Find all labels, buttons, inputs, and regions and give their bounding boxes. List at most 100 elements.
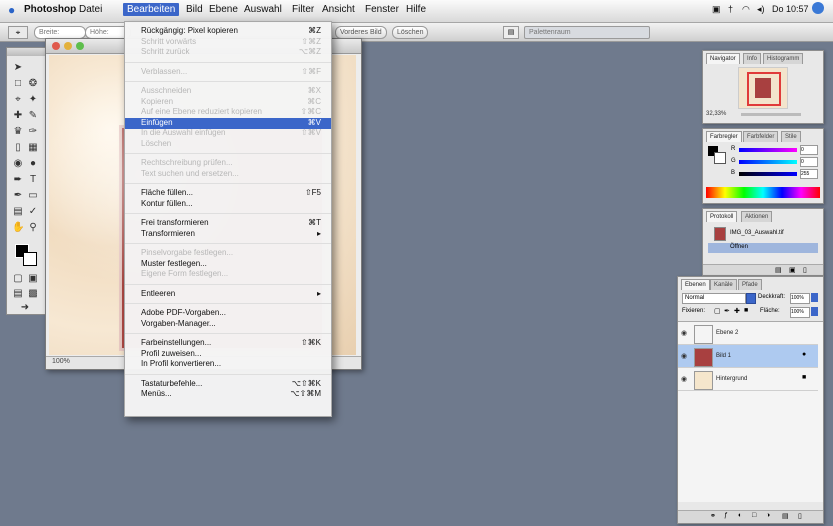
dodge-tool-icon[interactable]: ◉: [12, 158, 24, 170]
menu-hilfe[interactable]: Hilfe: [406, 4, 426, 15]
quickmask-mode-icon[interactable]: ▣: [27, 273, 39, 285]
brush-tool-icon[interactable]: ✎: [27, 110, 39, 122]
menu-auswahl[interactable]: Auswahl: [244, 4, 282, 15]
clock[interactable]: Do 10:57: [772, 4, 809, 14]
display-icon[interactable]: ▣: [712, 4, 721, 15]
tab-channels[interactable]: Kanäle: [710, 279, 737, 290]
history-brush-icon[interactable]: ✑: [27, 126, 39, 138]
move-tool-icon[interactable]: ➤: [12, 62, 24, 74]
shape-tool-icon[interactable]: ▭: [27, 190, 39, 202]
channel-b-value[interactable]: 255: [800, 169, 818, 179]
zoom-tool-icon[interactable]: ⚲: [27, 222, 39, 234]
layer-row-selected[interactable]: ◉ Bild 1 ●: [678, 345, 818, 368]
eraser-tool-icon[interactable]: ▯: [12, 142, 24, 154]
type-tool-icon[interactable]: T: [27, 174, 39, 186]
new-doc-icon[interactable]: ▤: [775, 266, 782, 274]
menu-item[interactable]: Rückgängig: Pixel kopieren ⌘Z: [125, 26, 331, 36]
minimize-window-icon[interactable]: [64, 42, 72, 50]
blend-mode-dropdown-icon[interactable]: [746, 293, 756, 304]
tab-styles[interactable]: Stile: [781, 131, 801, 142]
menu-filter[interactable]: Filter: [292, 4, 314, 15]
bluetooth-icon[interactable]: †: [728, 4, 733, 14]
navigator-view-box[interactable]: [747, 72, 781, 106]
menu-item[interactable]: Vorgaben-Manager...: [125, 319, 331, 329]
volume-icon[interactable]: ◂): [757, 4, 765, 15]
spotlight-icon[interactable]: [812, 2, 824, 14]
menu-item[interactable]: Tastaturbefehle... ⌥⇧⌘K: [125, 379, 331, 389]
color-bg-swatch[interactable]: [714, 152, 726, 164]
toolbox-titlebar[interactable]: [7, 48, 47, 56]
adjustment-layer-icon[interactable]: ◑: [766, 512, 770, 519]
menu-item[interactable]: Kontur füllen...: [125, 199, 331, 209]
menu-item[interactable]: Entleeren ▸: [125, 289, 331, 299]
channel-b-slider[interactable]: [739, 172, 797, 176]
opacity-field[interactable]: 100%: [790, 293, 810, 304]
imageready-icon[interactable]: ➜: [19, 302, 31, 314]
close-window-icon[interactable]: [52, 42, 60, 50]
channel-r-slider[interactable]: [739, 148, 797, 152]
navigator-zoom-slider[interactable]: [741, 113, 801, 116]
lasso-tool-icon[interactable]: ❂: [27, 78, 39, 90]
new-layer-icon[interactable]: ▤: [782, 512, 789, 520]
tab-swatches[interactable]: Farbfelder: [743, 131, 779, 142]
menu-item[interactable]: Menüs... ⌥⇧⌘M: [125, 389, 331, 399]
crop-tool-preset-icon[interactable]: ⌖: [8, 26, 28, 39]
path-select-tool-icon[interactable]: ➨: [12, 174, 24, 186]
menu-item[interactable]: Fläche füllen... ⇧F5: [125, 188, 331, 198]
color-spectrum-ramp[interactable]: [706, 187, 820, 198]
lock-pixels-icon[interactable]: ✒: [724, 307, 730, 315]
visibility-eye-icon[interactable]: ◉: [681, 329, 687, 337]
menu-bild[interactable]: Bild: [186, 4, 203, 15]
hand-tool-icon[interactable]: ✋: [12, 222, 24, 234]
trash-icon[interactable]: ▯: [803, 266, 807, 274]
apple-icon[interactable]: ●: [8, 3, 15, 17]
lock-position-icon[interactable]: ✚: [734, 307, 740, 315]
new-snapshot-icon[interactable]: ▣: [789, 266, 796, 274]
menu-item[interactable]: Profil zuweisen...: [125, 349, 331, 359]
navigator-thumbnail[interactable]: [738, 67, 788, 109]
channel-r-value[interactable]: 0: [800, 145, 818, 155]
healing-tool-icon[interactable]: ✚: [12, 110, 24, 122]
add-mask-icon[interactable]: ◐: [738, 512, 742, 519]
menu-item[interactable]: Einfügen ⌘V: [125, 117, 331, 129]
standard-mode-icon[interactable]: ▢: [12, 273, 24, 285]
background-color-swatch[interactable]: [23, 252, 37, 266]
crop-tool-icon[interactable]: ⌖: [12, 94, 24, 106]
menu-item[interactable]: Frei transformieren ⌘T: [125, 218, 331, 228]
navigator-zoom-value[interactable]: 32,33%: [706, 111, 726, 117]
menu-item[interactable]: Transformieren ▸: [125, 229, 331, 239]
tab-info[interactable]: Info: [743, 53, 762, 64]
fill-field[interactable]: 100%: [790, 307, 810, 318]
pen-tool-icon[interactable]: ✒: [12, 190, 24, 202]
wifi-icon[interactable]: ◠: [742, 4, 750, 15]
notes-tool-icon[interactable]: ▤: [12, 206, 24, 218]
layer-row[interactable]: ◉ Ebene 2: [678, 322, 818, 345]
eyedropper-tool-icon[interactable]: ✓: [27, 206, 39, 218]
menu-item[interactable]: In Profil konvertieren...: [125, 359, 331, 369]
tab-histogram[interactable]: Histogramm: [763, 53, 804, 64]
visibility-eye-icon[interactable]: ◉: [681, 375, 687, 383]
opacity-dropdown-icon[interactable]: [811, 293, 818, 302]
gradient-tool-icon[interactable]: ▦: [27, 142, 39, 154]
magic-wand-tool-icon[interactable]: ✦: [27, 94, 39, 106]
link-layers-icon[interactable]: ⚭: [710, 512, 716, 520]
menu-bearbeiten[interactable]: Bearbeiten: [123, 3, 180, 16]
lock-all-icon[interactable]: ■: [744, 307, 748, 314]
tab-color[interactable]: Farbregler: [706, 131, 742, 142]
history-snapshot[interactable]: IMG_03_Auswahl.tif: [708, 225, 818, 241]
marquee-tool-icon[interactable]: □: [12, 78, 24, 90]
blur-tool-icon[interactable]: ●: [27, 158, 39, 170]
channel-g-slider[interactable]: [739, 160, 797, 164]
menu-fenster[interactable]: Fenster: [365, 4, 399, 15]
layer-row[interactable]: ◉ Hintergrund ■: [678, 368, 818, 391]
channel-g-value[interactable]: 0: [800, 157, 818, 167]
zoom-window-icon[interactable]: [76, 42, 84, 50]
menu-datei[interactable]: Datei: [79, 4, 102, 15]
tab-paths[interactable]: Pfade: [738, 279, 762, 290]
visibility-eye-icon[interactable]: ◉: [681, 352, 687, 360]
delete-layer-icon[interactable]: ▯: [798, 512, 802, 520]
add-style-icon[interactable]: ƒ: [724, 512, 728, 519]
menu-item[interactable]: Muster festlegen...: [125, 259, 331, 269]
zoom-level[interactable]: 100%: [52, 358, 70, 365]
layer-effects-icon[interactable]: ●: [802, 351, 806, 358]
